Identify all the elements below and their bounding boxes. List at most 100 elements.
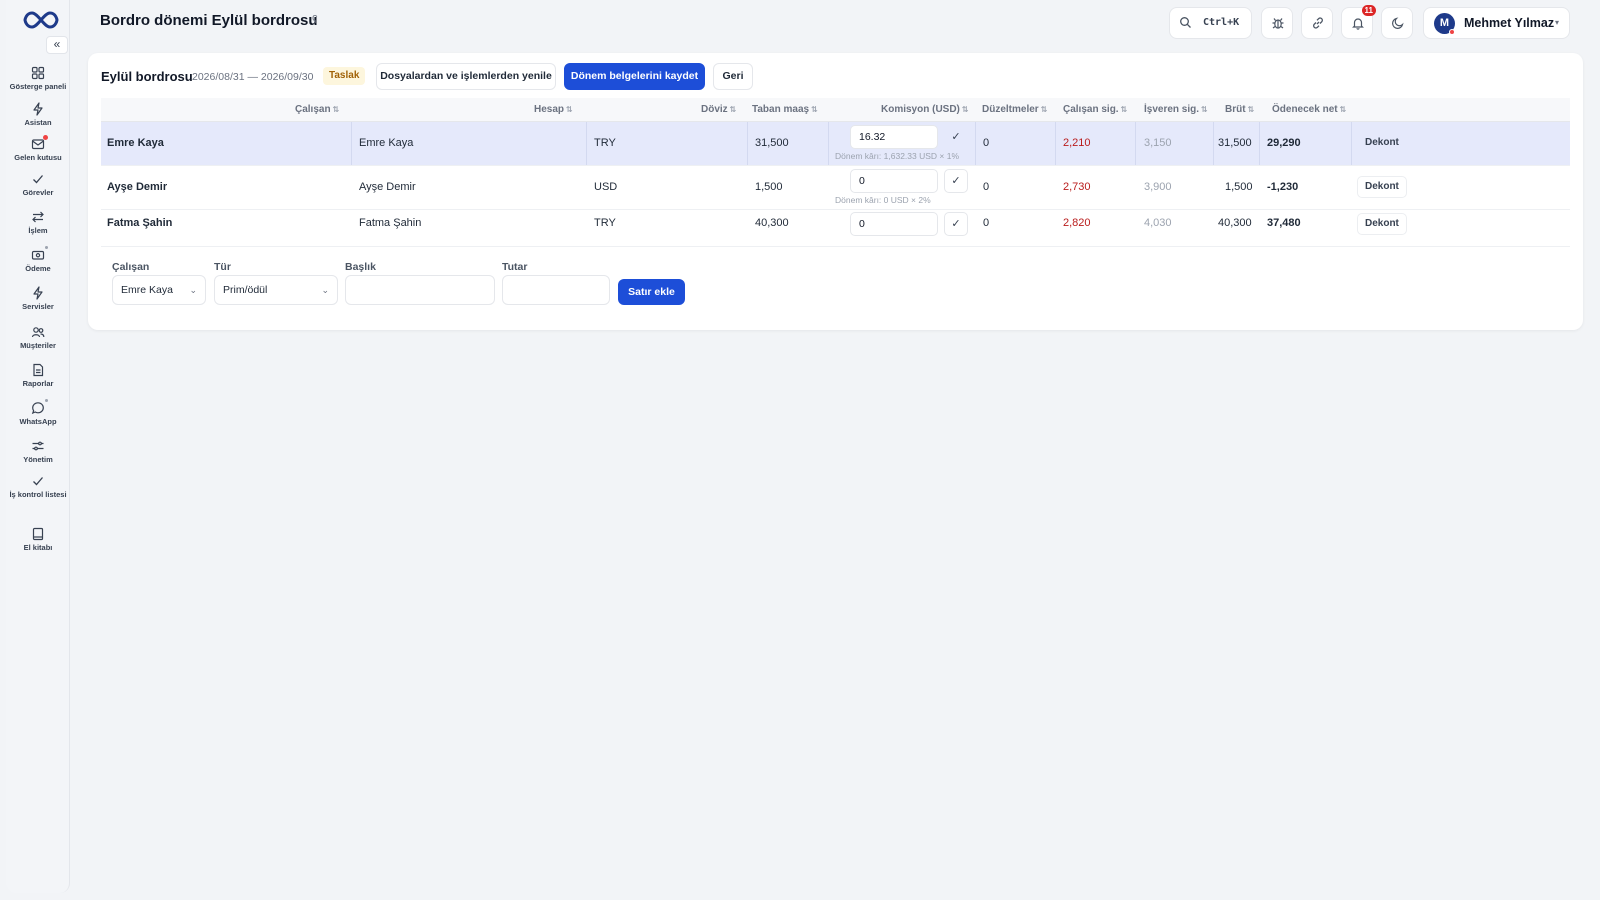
table-header: Çalışan ⇅ Hesap ⇅ Döviz ⇅ Taban maaş ⇅ Komis…: [101, 98, 1570, 122]
column-header-gross[interactable]: Brüt ⇅: [1225, 104, 1254, 115]
title-info-icon[interactable]: ʕ: [312, 14, 318, 26]
table-row[interactable]: Emre Kaya Emre Kaya TRY 31,500 16.32 ✓ D…: [101, 122, 1570, 166]
payslip-button[interactable]: Dekont: [1357, 176, 1407, 198]
sidebar-item-transaction[interactable]: İşlem: [6, 210, 70, 235]
payslip-button[interactable]: Dekont: [1357, 132, 1407, 154]
sidebar-item-checklist[interactable]: İş kontrol listesi: [6, 474, 70, 499]
users-icon: [31, 325, 45, 339]
add-line-button[interactable]: Satır ekle: [618, 279, 685, 305]
payslip-button[interactable]: Dekont: [1357, 213, 1407, 235]
gross: 31,500: [1218, 137, 1252, 149]
back-button[interactable]: Geri: [713, 63, 753, 90]
chevron-down-icon: ⌄: [189, 285, 197, 295]
employee-insurance: 2,210: [1063, 137, 1091, 149]
currency: TRY: [594, 217, 616, 229]
bug-icon: [1272, 18, 1284, 29]
app-logo[interactable]: [22, 9, 60, 31]
save-documents-button[interactable]: Dönem belgelerini kaydet: [564, 63, 705, 90]
base-salary: 31,500: [755, 137, 789, 149]
sidebar-item-inbox[interactable]: Gelen kutusu: [6, 135, 70, 162]
column-header-adjustments[interactable]: Düzeltmeler ⇅: [982, 104, 1047, 115]
base-salary: 40,300: [755, 217, 789, 229]
adjustments: 0: [983, 181, 990, 193]
user-name: Mehmet Yılmaz: [1464, 16, 1555, 30]
confirm-commission-button[interactable]: ✓: [944, 169, 968, 193]
sliders-icon: [31, 439, 45, 453]
column-header-account[interactable]: Hesap ⇅: [534, 104, 573, 115]
payment-icon: [31, 246, 48, 262]
sort-icon: ⇅: [1339, 105, 1347, 114]
book-icon: [31, 527, 45, 541]
sidebar-item-label: Gösterge paneli: [9, 82, 67, 91]
column-header-currency[interactable]: Döviz ⇅: [701, 104, 736, 115]
sort-icon: ⇅: [1120, 105, 1128, 114]
check-icon: [31, 474, 45, 488]
gross: 40,300: [1218, 217, 1252, 229]
confirm-commission-button[interactable]: ✓: [944, 212, 968, 236]
heading-input[interactable]: [345, 275, 495, 305]
commission-input[interactable]: 16.32: [850, 125, 938, 149]
column-header-net-payable[interactable]: Ödenecek net ⇅: [1272, 104, 1346, 115]
notification-dot: [45, 399, 48, 402]
commission-note: Dönem kârı: 0 USD × 2%: [835, 195, 931, 205]
amount-field-label: Tutar: [502, 261, 528, 273]
sidebar-item-label: Yönetim: [23, 455, 53, 464]
notification-count-badge: 11: [1361, 5, 1376, 16]
user-menu[interactable]: M Mehmet Yılmaz ▾: [1423, 7, 1570, 39]
search-shortcut: Ctrl+K: [1203, 17, 1240, 28]
search-button[interactable]: Ctrl+K: [1169, 7, 1252, 39]
sidebar-item-label: İş kontrol listesi: [9, 490, 67, 499]
column-header-employee[interactable]: Çalışan ⇅: [295, 104, 339, 115]
sidebar-item-payment[interactable]: Ödeme: [6, 246, 70, 273]
sidebar: « Gösterge paneli Asistan Gelen kutusu G…: [6, 0, 70, 893]
sidebar-item-assistant[interactable]: Asistan: [6, 102, 70, 127]
currency: TRY: [594, 137, 616, 149]
dashboard-icon: [31, 66, 45, 80]
sidebar-collapse-button[interactable]: «: [46, 36, 68, 54]
confirm-commission-button[interactable]: ✓: [944, 125, 968, 149]
net-payable: -1,230: [1267, 181, 1299, 193]
sort-icon: ⇅: [1201, 105, 1208, 114]
sidebar-item-customers[interactable]: Müşteriler: [6, 325, 70, 350]
type-select[interactable]: Prim/ödül ⌄: [214, 275, 338, 305]
sidebar-item-dashboard[interactable]: Gösterge paneli: [6, 66, 70, 91]
notification-dot: [45, 246, 48, 249]
sort-icon: ⇅: [566, 105, 573, 114]
sidebar-item-services[interactable]: Servisler: [6, 286, 70, 311]
link-button[interactable]: [1301, 7, 1333, 39]
account-name: Emre Kaya: [359, 137, 414, 149]
commission-input[interactable]: 0: [850, 169, 938, 193]
payroll-card: Eylül bordrosu 2026/08/31 — 2026/09/30 T…: [88, 53, 1583, 330]
swap-icon: [31, 210, 45, 224]
sidebar-item-reports[interactable]: Raporlar: [6, 363, 70, 388]
table-row[interactable]: Fatma Şahin Fatma Şahin TRY 40,300 0 ✓ 0…: [101, 210, 1570, 247]
theme-toggle-button[interactable]: [1381, 7, 1413, 39]
sidebar-item-tasks[interactable]: Görevler: [6, 172, 70, 197]
chevron-down-icon: ▾: [1554, 18, 1559, 27]
employee-select[interactable]: Emre Kaya ⌄: [112, 275, 206, 305]
gross: 1,500: [1225, 181, 1253, 193]
commission-input[interactable]: 0: [850, 212, 938, 236]
notifications-button[interactable]: 11: [1341, 5, 1376, 39]
sort-icon: ⇅: [1247, 105, 1255, 114]
net-payable: 29,290: [1267, 137, 1301, 149]
column-header-employee-insurance[interactable]: Çalışan sig. ⇅: [1063, 104, 1127, 115]
chat-icon: [31, 399, 48, 415]
link-icon: [1313, 17, 1323, 29]
column-header-base-salary[interactable]: Taban maaş ⇅: [752, 104, 818, 115]
payroll-table: Çalışan ⇅ Hesap ⇅ Döviz ⇅ Taban maaş ⇅ Komis…: [101, 98, 1570, 247]
sort-icon: ⇅: [729, 105, 737, 114]
status-badge: Taslak: [323, 67, 366, 85]
employee-field-label: Çalışan: [112, 261, 150, 273]
sidebar-item-handbook[interactable]: El kitabı: [6, 527, 70, 552]
column-header-commission[interactable]: Komisyon (USD) ⇅: [881, 104, 969, 115]
bug-report-button[interactable]: [1261, 7, 1293, 39]
status-dot: [1449, 29, 1455, 35]
column-header-employer-insurance[interactable]: İşveren sig. ⇅: [1144, 104, 1208, 115]
bell-icon: [1352, 18, 1364, 30]
sidebar-item-whatsapp[interactable]: WhatsApp: [6, 399, 70, 426]
amount-input[interactable]: [502, 275, 610, 305]
refresh-button[interactable]: Dosyalardan ve işlemlerden yenile: [376, 63, 556, 90]
table-row[interactable]: Ayşe Demir Ayşe Demir USD 1,500 0 ✓ Döne…: [101, 166, 1570, 210]
sidebar-item-management[interactable]: Yönetim: [6, 439, 70, 464]
